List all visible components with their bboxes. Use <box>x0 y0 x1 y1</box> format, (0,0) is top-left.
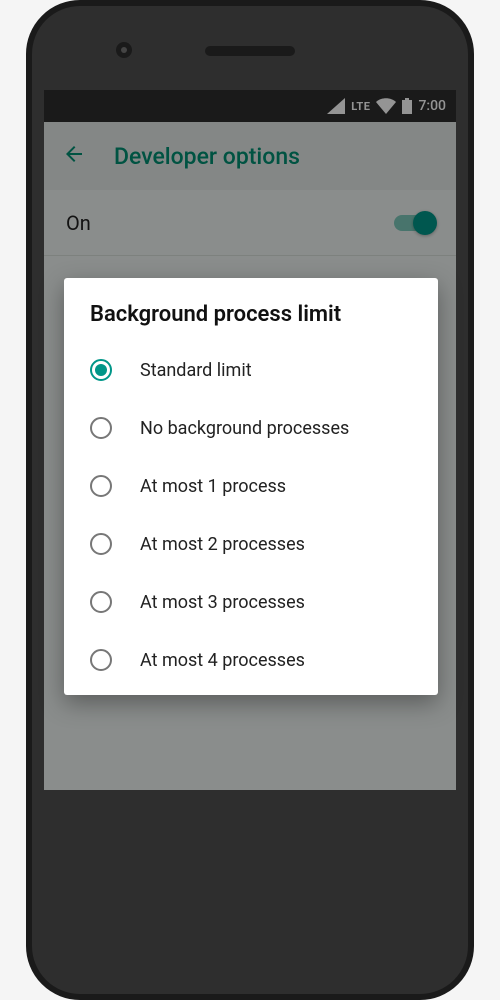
option-at-most-4[interactable]: At most 4 processes <box>64 631 438 689</box>
radio-icon <box>90 475 112 497</box>
radio-icon <box>90 417 112 439</box>
option-label: Standard limit <box>140 360 252 381</box>
dialog-title: Background process limit <box>64 302 438 341</box>
option-standard-limit[interactable]: Standard limit <box>64 341 438 399</box>
option-at-most-3[interactable]: At most 3 processes <box>64 573 438 631</box>
phone-speaker <box>205 46 295 56</box>
option-label: At most 3 processes <box>140 592 305 613</box>
option-label: At most 4 processes <box>140 650 305 671</box>
option-at-most-2[interactable]: At most 2 processes <box>64 515 438 573</box>
option-no-background[interactable]: No background processes <box>64 399 438 457</box>
option-at-most-1[interactable]: At most 1 process <box>64 457 438 515</box>
phone-camera <box>116 42 132 58</box>
process-limit-dialog: Background process limit Standard limit … <box>64 278 438 695</box>
radio-icon <box>90 649 112 671</box>
option-label: At most 2 processes <box>140 534 305 555</box>
radio-icon <box>90 359 112 381</box>
option-label: At most 1 process <box>140 476 286 497</box>
radio-icon <box>90 533 112 555</box>
option-label: No background processes <box>140 418 349 439</box>
radio-icon <box>90 591 112 613</box>
